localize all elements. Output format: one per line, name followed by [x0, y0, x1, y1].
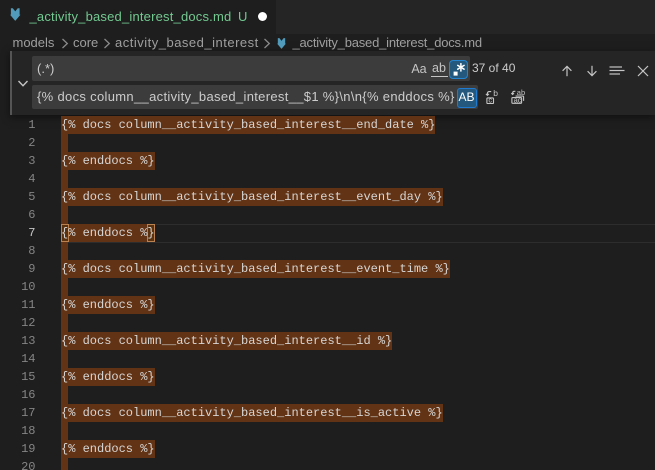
svg-text:b: b: [493, 89, 498, 98]
svg-text:c: c: [488, 95, 492, 104]
svg-text:ac: ac: [513, 95, 521, 104]
